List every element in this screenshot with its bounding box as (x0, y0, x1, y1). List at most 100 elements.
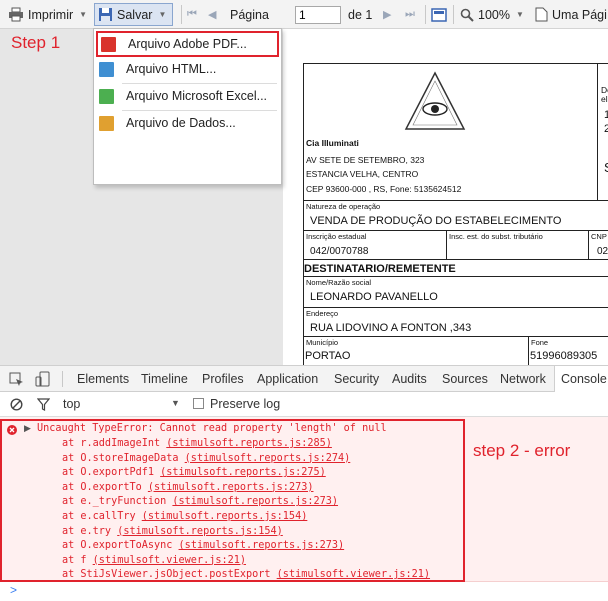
endereco-value: RUA LIDOVINO A FONTON ,343 (310, 322, 472, 334)
fullscreen-button[interactable] (431, 3, 447, 26)
preserve-log-checkbox[interactable] (193, 398, 204, 409)
doc-divider (304, 307, 608, 308)
toolbar-divider (453, 5, 454, 24)
data-file-icon (99, 115, 114, 131)
save-label: Salvar (117, 7, 153, 22)
doc-divider (304, 276, 608, 277)
doc-divider (304, 200, 608, 201)
previous-page-icon: ◀ (208, 9, 217, 21)
chevron-down-icon: ▼ (171, 398, 180, 408)
clear-console-icon[interactable] (10, 398, 23, 411)
toolbar-divider (62, 371, 63, 387)
tab-profiles[interactable]: Profiles (202, 372, 244, 386)
natureza-value: VENDA DE PRODUÇÃO DO ESTABELECIMENTO (310, 215, 562, 227)
menu-item-html[interactable]: Arquivo HTML... (96, 56, 279, 82)
single-page-icon (535, 7, 548, 22)
toolbar-divider (425, 5, 426, 24)
page-label: Página (230, 7, 269, 22)
doc-side-text-2: ele (601, 94, 608, 104)
municipio-label: Município (306, 338, 339, 347)
first-page-icon: ⏮ (187, 8, 197, 20)
nome-label: Nome/Razão social (306, 278, 372, 287)
doc-divider (528, 336, 529, 366)
cnp-value: 02 (597, 246, 608, 257)
device-toolbar-icon[interactable] (35, 371, 51, 387)
company-address-1: AV SETE DE SETEMBRO, 323 (306, 155, 425, 165)
menu-item-pdf[interactable]: Arquivo Adobe PDF... (96, 31, 279, 57)
save-button[interactable]: Salvar ▼ (94, 3, 173, 26)
endereco-label: Endereço (306, 309, 339, 318)
step1-annotation: Step 1 (11, 33, 61, 52)
page-number-field[interactable] (291, 3, 341, 26)
step2-annotation: step 2 - error (473, 441, 571, 460)
last-page-icon: ⏭ (405, 8, 415, 20)
viewer-toolbar: Imprimir ▼ Salvar ▼ ⏮ ◀ Página de 1 ▶ ⏭ (0, 0, 608, 29)
page-view-button[interactable]: Uma Pági (535, 3, 607, 26)
inspect-element-icon[interactable] (9, 372, 24, 387)
context-selector[interactable]: top (63, 397, 80, 411)
next-page-icon: ▶ (383, 9, 392, 21)
company-name: Cia Illuminati (306, 138, 359, 148)
doc-side-digit-2: 2 (604, 123, 608, 135)
fone-label: Fone (531, 338, 549, 347)
doc-divider (304, 259, 608, 260)
toolbar-divider (181, 5, 182, 24)
tab-audits[interactable]: Audits (392, 372, 427, 386)
doc-divider (588, 230, 589, 259)
zoom-button[interactable]: 100% ▼ (460, 3, 524, 26)
section-title: DESTINATARIO/REMETENTE (304, 263, 456, 275)
fone-value: 51996089305 (530, 350, 598, 362)
subst-label: Insc. est. do subst. tributário (449, 232, 543, 241)
filter-icon[interactable] (37, 398, 50, 411)
municipio-value: PORTAO (305, 350, 351, 362)
console-prompt[interactable]: > (10, 583, 17, 597)
doc-side-digit-1: 1 (604, 109, 608, 121)
menu-item-label: Arquivo Microsoft Excel... (126, 89, 268, 103)
chevron-down-icon: ▼ (79, 10, 88, 19)
inscricao-label: Inscrição estadual (306, 232, 367, 241)
tab-network[interactable]: Network (500, 372, 546, 386)
printer-icon (9, 7, 23, 22)
cnp-label: CNP (591, 232, 607, 241)
menu-item-label: Arquivo Adobe PDF... (128, 37, 247, 51)
tab-security[interactable]: Security (334, 372, 379, 386)
chevron-down-icon: ▼ (158, 10, 167, 19)
company-address-3: CEP 93600-000 , RS, Fone: 5135624512 (306, 184, 462, 194)
tab-application[interactable]: Application (257, 372, 318, 386)
illuminati-logo (404, 71, 466, 130)
devtools-tab-bar: Elements Timeline Profiles Application S… (0, 365, 608, 393)
print-label: Imprimir (28, 7, 74, 22)
zoom-value: 100% (478, 7, 510, 22)
print-button[interactable]: Imprimir ▼ (8, 3, 87, 26)
error-highlight-box (0, 419, 465, 582)
menu-item-label: Arquivo de Dados... (126, 116, 236, 130)
doc-divider (597, 64, 598, 200)
page-count: de 1 (348, 7, 373, 22)
tab-timeline[interactable]: Timeline (141, 372, 188, 386)
page-number-input[interactable] (295, 5, 341, 24)
tab-elements[interactable]: Elements (77, 372, 129, 386)
doc-divider (304, 230, 608, 231)
pdf-file-icon (101, 36, 116, 52)
menu-item-excel[interactable]: Arquivo Microsoft Excel... (96, 83, 279, 109)
save-dropdown-menu: Arquivo Adobe PDF... Arquivo HTML... Arq… (93, 28, 282, 185)
console-output: ▶ Uncaught TypeError: Cannot read proper… (0, 417, 608, 601)
next-page-button[interactable]: ▶ (383, 3, 391, 26)
app-window: Imprimir ▼ Salvar ▼ ⏮ ◀ Página de 1 ▶ ⏭ (0, 0, 608, 601)
magnifier-icon (460, 8, 474, 22)
html-file-icon (99, 61, 114, 77)
doc-divider (446, 230, 447, 259)
tab-console[interactable]: Console (554, 366, 608, 393)
natureza-label: Natureza de operação (306, 202, 381, 211)
preserve-log-label: Preserve log (210, 397, 281, 411)
menu-item-label: Arquivo HTML... (126, 62, 217, 76)
first-page-button[interactable]: ⏮ (187, 3, 197, 26)
nome-value: LEONARDO PAVANELLO (310, 291, 438, 303)
last-page-button[interactable]: ⏭ (405, 3, 415, 26)
excel-file-icon (99, 88, 114, 104)
doc-divider (304, 336, 608, 337)
previous-page-button[interactable]: ◀ (208, 3, 216, 26)
page-view-label: Uma Pági (552, 7, 607, 22)
menu-item-data[interactable]: Arquivo de Dados... (96, 110, 279, 136)
tab-sources[interactable]: Sources (442, 372, 488, 386)
